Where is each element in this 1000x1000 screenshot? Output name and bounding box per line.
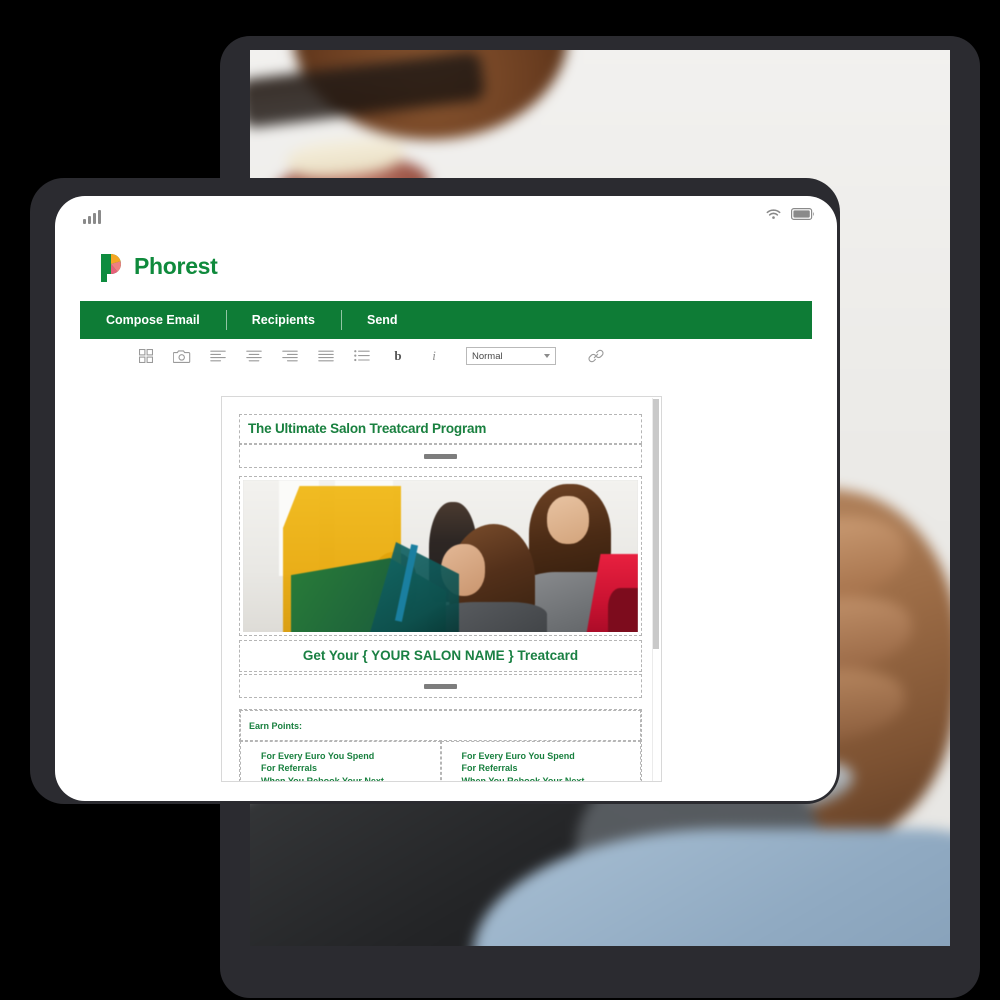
- earn-points-block[interactable]: Earn Points: For Every Euro You Spend Fo…: [239, 709, 642, 782]
- cta-heading-block[interactable]: Get Your { YOUR SALON NAME } Treatcard: [239, 640, 642, 672]
- cta-heading: Get Your { YOUR SALON NAME } Treatcard: [302, 648, 579, 663]
- scene: Phorest Compose Email Recipients Send b …: [0, 0, 1000, 1000]
- italic-button[interactable]: i: [416, 343, 452, 369]
- list-item: For Referrals: [261, 763, 318, 774]
- align-center-icon[interactable]: [236, 343, 272, 369]
- app-panel: Phorest Compose Email Recipients Send b …: [55, 196, 837, 801]
- brand-header: Phorest: [97, 250, 218, 282]
- tab-recipients[interactable]: Recipients: [225, 301, 341, 339]
- salon-interior-photo: [243, 480, 638, 632]
- email-headline: The Ultimate Salon Treatcard Program: [248, 421, 487, 436]
- tab-send[interactable]: Send: [341, 301, 424, 339]
- link-icon[interactable]: [578, 343, 614, 369]
- earn-points-column-left[interactable]: For Every Euro You Spend For Referrals W…: [240, 741, 441, 782]
- list-item: When You Rebook Your Next: [261, 775, 384, 782]
- divider-block-2[interactable]: [239, 674, 642, 698]
- grid-icon[interactable]: [128, 343, 164, 369]
- list-item: For Every Euro You Spend: [461, 751, 575, 761]
- camera-icon[interactable]: [164, 343, 200, 369]
- email-editor-canvas[interactable]: The Ultimate Salon Treatcard Program Get…: [221, 396, 662, 782]
- divider-block-1[interactable]: [239, 444, 642, 468]
- chevron-down-icon: [544, 354, 550, 358]
- list-item: When You Rebook Your Next: [461, 775, 585, 782]
- battery-icon: [791, 208, 815, 220]
- editor-scrollbar-thumb[interactable]: [653, 399, 659, 649]
- earn-points-columns: For Every Euro You Spend For Referrals W…: [240, 741, 641, 782]
- bold-button[interactable]: b: [380, 343, 416, 369]
- divider-handle: [424, 453, 457, 459]
- status-bar: [55, 196, 837, 240]
- align-left-icon[interactable]: [200, 343, 236, 369]
- email-template: The Ultimate Salon Treatcard Program Get…: [239, 414, 642, 782]
- earn-points-label: Earn Points:: [249, 721, 303, 731]
- tab-compose-email[interactable]: Compose Email: [80, 301, 226, 339]
- wifi-icon: [766, 208, 781, 220]
- text-style-select[interactable]: Normal: [466, 347, 556, 365]
- earn-points-column-right[interactable]: For Every Euro You Spend For Referrals W…: [440, 741, 641, 782]
- list-item: For Referrals: [461, 763, 518, 774]
- divider-handle: [424, 683, 457, 689]
- editor-scrollbar-track[interactable]: [652, 398, 660, 781]
- signal-bars-icon: [83, 210, 101, 224]
- list-item: For Every Euro You Spend: [261, 751, 375, 761]
- headline-block[interactable]: The Ultimate Salon Treatcard Program: [239, 414, 642, 444]
- align-justify-icon[interactable]: [308, 343, 344, 369]
- hero-image-block[interactable]: [239, 476, 642, 636]
- bullet-list-icon[interactable]: [344, 343, 380, 369]
- phorest-logo-icon: [97, 250, 125, 282]
- main-nav: Compose Email Recipients Send: [80, 301, 812, 339]
- align-right-icon[interactable]: [272, 343, 308, 369]
- text-style-value: Normal: [472, 350, 503, 362]
- editor-toolbar: b i Normal: [80, 339, 812, 373]
- earn-points-label-row[interactable]: Earn Points:: [240, 710, 641, 741]
- brand-name: Phorest: [134, 252, 218, 279]
